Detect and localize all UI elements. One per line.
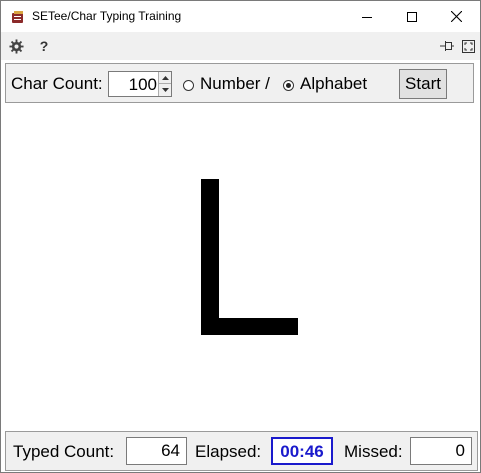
fullscreen-icon (461, 39, 475, 53)
fullscreen-button[interactable] (460, 38, 476, 54)
settings-button[interactable] (8, 38, 24, 54)
caret-down-icon (161, 88, 169, 92)
minimize-button[interactable] (344, 1, 389, 32)
title-bar[interactable]: SETee/Char Typing Training (1, 1, 480, 32)
missed-field: 0 (410, 437, 472, 465)
typed-count-label: Typed Count: (13, 442, 115, 461)
status-panel: Typed Count: 64 Elapsed: 00:46 Missed: 0 (5, 431, 478, 471)
pin-button[interactable] (439, 38, 455, 54)
radio-selected-dot (286, 83, 291, 88)
minimize-icon (361, 16, 372, 18)
typed-count-field: 64 (126, 437, 187, 465)
alphabet-radio[interactable] (283, 80, 294, 91)
start-button[interactable]: Start (399, 69, 447, 99)
app-icon (12, 11, 23, 23)
help-icon: ? (39, 38, 49, 54)
close-button[interactable] (434, 1, 479, 32)
char-count-label: Char Count: (11, 74, 103, 93)
settings-panel: Char Count: 100 Number / Alphabet Start (5, 63, 474, 103)
alphabet-radio-label[interactable]: Alphabet (300, 74, 367, 94)
close-icon (451, 11, 462, 22)
number-radio-label[interactable]: Number / (200, 74, 270, 94)
maximize-icon (406, 11, 417, 22)
pin-icon (440, 41, 454, 51)
help-button[interactable]: ? (36, 38, 52, 54)
toolbar: ? (1, 32, 480, 60)
stepper-down-button[interactable] (159, 84, 171, 96)
window-title: SETee/Char Typing Training (32, 9, 182, 23)
char-count-value[interactable]: 100 (129, 75, 157, 95)
stepper-up-button[interactable] (159, 72, 171, 84)
current-character (201, 179, 298, 335)
app-window: SETee/Char Typing Training ? Char Count:… (0, 0, 481, 473)
stepper-buttons (158, 72, 171, 96)
caret-up-icon (161, 75, 169, 80)
gear-icon (8, 38, 24, 54)
number-radio[interactable] (183, 80, 194, 91)
elapsed-field: 00:46 (271, 437, 333, 465)
char-count-stepper[interactable]: 100 (108, 71, 172, 97)
missed-label: Missed: (344, 442, 403, 461)
elapsed-label: Elapsed: (195, 442, 262, 461)
maximize-button[interactable] (389, 1, 434, 32)
character-display (1, 105, 480, 427)
